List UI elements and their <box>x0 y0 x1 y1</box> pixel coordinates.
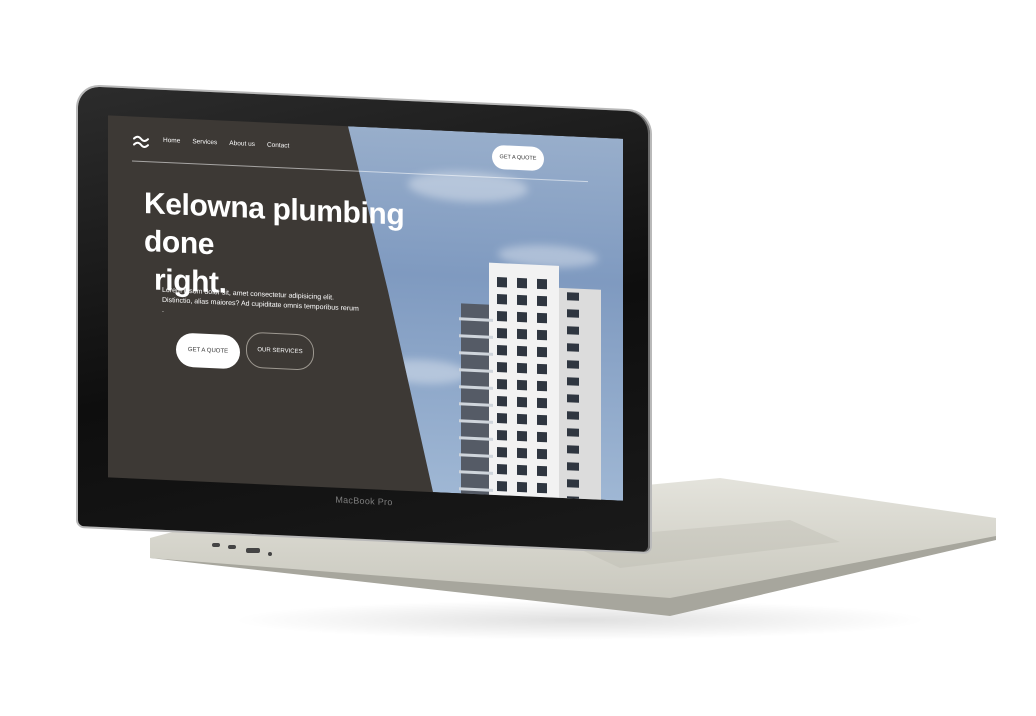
building-window <box>517 464 527 476</box>
building-window <box>497 481 507 492</box>
building-window <box>537 380 547 392</box>
building-window <box>517 379 527 391</box>
building-window <box>517 328 527 340</box>
port-icon <box>228 545 236 549</box>
building-window <box>537 465 547 477</box>
hero-image-building <box>453 261 603 501</box>
building-window <box>517 277 527 289</box>
building-window <box>497 294 507 305</box>
building-window <box>567 326 579 335</box>
building-window <box>497 413 507 424</box>
hero-get-quote-button[interactable]: GET A QUOTE <box>176 332 240 370</box>
building-window <box>497 362 507 373</box>
waves-icon[interactable] <box>132 132 150 151</box>
building-window <box>517 345 527 357</box>
building-window <box>567 496 579 501</box>
hero-title-line-1: Kelowna plumbing done <box>144 186 405 262</box>
building-window <box>567 479 579 488</box>
building-window <box>497 328 507 339</box>
building-window <box>567 360 579 369</box>
building-window <box>567 428 579 437</box>
building-window <box>497 464 507 475</box>
building-window <box>497 430 507 441</box>
building-window <box>537 397 547 409</box>
building-window <box>567 377 579 386</box>
building-window <box>497 277 507 288</box>
nav-link-contact[interactable]: Contact <box>267 142 289 150</box>
laptop-mockup-scene: Home Services About us Contact GET A QUO… <box>0 0 1036 716</box>
building-window <box>567 309 579 318</box>
building-window <box>517 362 527 374</box>
port-icon <box>212 543 220 547</box>
building-window <box>497 379 507 390</box>
nav-link-services[interactable]: Services <box>192 138 217 146</box>
building-window <box>537 346 547 358</box>
usb-port-icon <box>246 548 260 553</box>
building-window <box>517 447 527 459</box>
building-window <box>537 278 547 290</box>
building-window <box>567 445 579 454</box>
laptop-lid: Home Services About us Contact GET A QUO… <box>78 86 650 552</box>
nav-get-quote-button[interactable]: GET A QUOTE <box>492 144 544 172</box>
building-window <box>537 363 547 375</box>
building-window <box>537 448 547 460</box>
building-window <box>537 431 547 443</box>
building-window <box>517 396 527 408</box>
building-window <box>517 430 527 442</box>
building-window <box>567 462 579 471</box>
building-window <box>537 295 547 307</box>
building-window <box>517 481 527 493</box>
building-window <box>567 394 579 403</box>
hero-our-services-button[interactable]: OUR SERVICES <box>246 331 314 371</box>
building-window <box>537 329 547 341</box>
building-window <box>497 311 507 322</box>
laptop-shadow <box>230 600 930 640</box>
audio-port-icon <box>268 552 272 556</box>
building-window <box>567 292 579 301</box>
building-window <box>517 311 527 323</box>
building-window <box>497 396 507 407</box>
building-window <box>517 294 527 306</box>
nav-link-home[interactable]: Home <box>163 137 180 145</box>
building-window <box>537 414 547 426</box>
nav-link-about-us[interactable]: About us <box>229 140 255 148</box>
main-nav: Home Services About us Contact <box>163 137 289 150</box>
building-window <box>537 482 547 494</box>
laptop-screen: Home Services About us Contact GET A QUO… <box>108 115 623 501</box>
building-window <box>567 411 579 420</box>
building-window <box>567 343 579 352</box>
building-window <box>497 345 507 356</box>
building-window <box>497 447 507 458</box>
building-window <box>537 312 547 324</box>
building-side-wing <box>559 287 601 501</box>
building-window <box>517 413 527 425</box>
